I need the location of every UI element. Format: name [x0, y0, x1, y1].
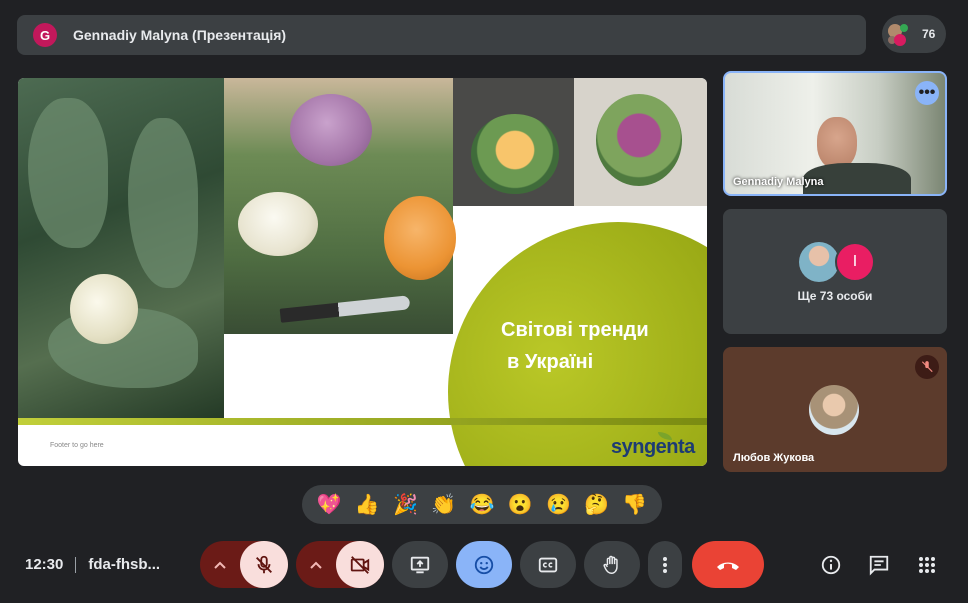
avatar: І [835, 242, 875, 282]
avatar [799, 242, 839, 282]
slide-heading-line1: Світові тренди [501, 319, 649, 341]
mic-off-icon [915, 355, 939, 379]
emoji-icon [474, 555, 494, 574]
camera-control-group [296, 541, 384, 588]
participant-tile-presenter[interactable]: ••• Gennadiy Malyna [723, 71, 947, 196]
reaction-party[interactable]: 🎉 [393, 495, 418, 515]
meeting-info-button[interactable] [815, 549, 847, 581]
chat-button[interactable] [863, 549, 895, 581]
apps-icon [919, 557, 935, 573]
camera-toggle-button[interactable] [336, 541, 384, 588]
others-count-label: Ще 73 особи [797, 289, 873, 303]
end-call-button[interactable] [692, 541, 764, 588]
reaction-sad[interactable]: 😢 [546, 495, 571, 515]
camera-options-chevron[interactable] [296, 561, 336, 569]
presenter-title: Gennadiy Malyna (Презентація) [73, 27, 287, 43]
slide-footer: Footer to go here [50, 442, 104, 449]
divider [75, 556, 77, 573]
more-options-button[interactable] [648, 541, 682, 588]
meeting-time: 12:30 [25, 556, 64, 573]
mic-off-icon [256, 555, 272, 573]
activities-button[interactable] [911, 549, 943, 581]
avatar [809, 385, 859, 435]
reactions-bar: 💖 👍 🎉 👏 😂 😮 😢 🤔 👎 [302, 485, 662, 524]
info-icon [821, 555, 841, 575]
participants-avatars [888, 20, 916, 48]
more-vert-icon [663, 556, 667, 573]
reaction-clap[interactable]: 👏 [431, 495, 456, 515]
chat-icon [869, 555, 889, 576]
mic-toggle-button[interactable] [240, 541, 288, 588]
reaction-surprised[interactable]: 😮 [508, 495, 533, 515]
reaction-sparkling-heart[interactable]: 💖 [317, 495, 342, 515]
meeting-code: fda-fhsb... [88, 556, 161, 573]
videocam-off-icon [350, 555, 370, 574]
participant-tile-others[interactable]: І Ще 73 особи [723, 209, 947, 334]
slide-band [18, 418, 707, 425]
captions-button[interactable] [520, 541, 576, 588]
present-button[interactable] [392, 541, 448, 588]
more-horiz-icon[interactable]: ••• [915, 81, 939, 105]
emoji-button[interactable] [456, 541, 512, 588]
raise-hand-button[interactable] [584, 541, 640, 588]
call-end-icon [717, 562, 739, 570]
mic-control-group [200, 541, 288, 588]
present-screen-icon [410, 556, 430, 573]
participants-button[interactable]: 76 [882, 15, 946, 53]
cauliflower-field-photo [18, 78, 224, 418]
captions-icon [538, 557, 558, 572]
reaction-laugh[interactable]: 😂 [470, 495, 495, 515]
purple-cauliflower-photo [574, 78, 707, 206]
reaction-thumbs-up[interactable]: 👍 [355, 495, 380, 515]
participant-tile-lyubov[interactable]: Любов Жукова [723, 347, 947, 472]
slide-heading: Світові тренди в Україні [501, 314, 649, 378]
presenter-avatar: G [33, 23, 57, 47]
participant-name: Gennadiy Malyna [733, 176, 824, 188]
presentation-slide: Світові тренди в Україні Footer to go he… [18, 78, 707, 466]
presenter-bar[interactable]: G Gennadiy Malyna (Презентація) [17, 15, 866, 55]
participant-count: 76 [922, 27, 936, 41]
cauliflower-varieties-photo [224, 78, 456, 334]
orange-cauliflower-photo [453, 78, 574, 206]
participant-name: Любов Жукова [733, 452, 815, 464]
brand-logo: syngenta [611, 436, 695, 458]
participant-video [817, 117, 857, 169]
mic-options-chevron[interactable] [200, 561, 240, 569]
reaction-thumbs-down[interactable]: 👎 [622, 495, 647, 515]
raise-hand-icon [603, 555, 618, 574]
slide-heading-line2: в Україні [507, 351, 594, 373]
meeting-details: 12:30 fda-fhsb... [25, 556, 160, 573]
reaction-thinking[interactable]: 🤔 [584, 495, 609, 515]
